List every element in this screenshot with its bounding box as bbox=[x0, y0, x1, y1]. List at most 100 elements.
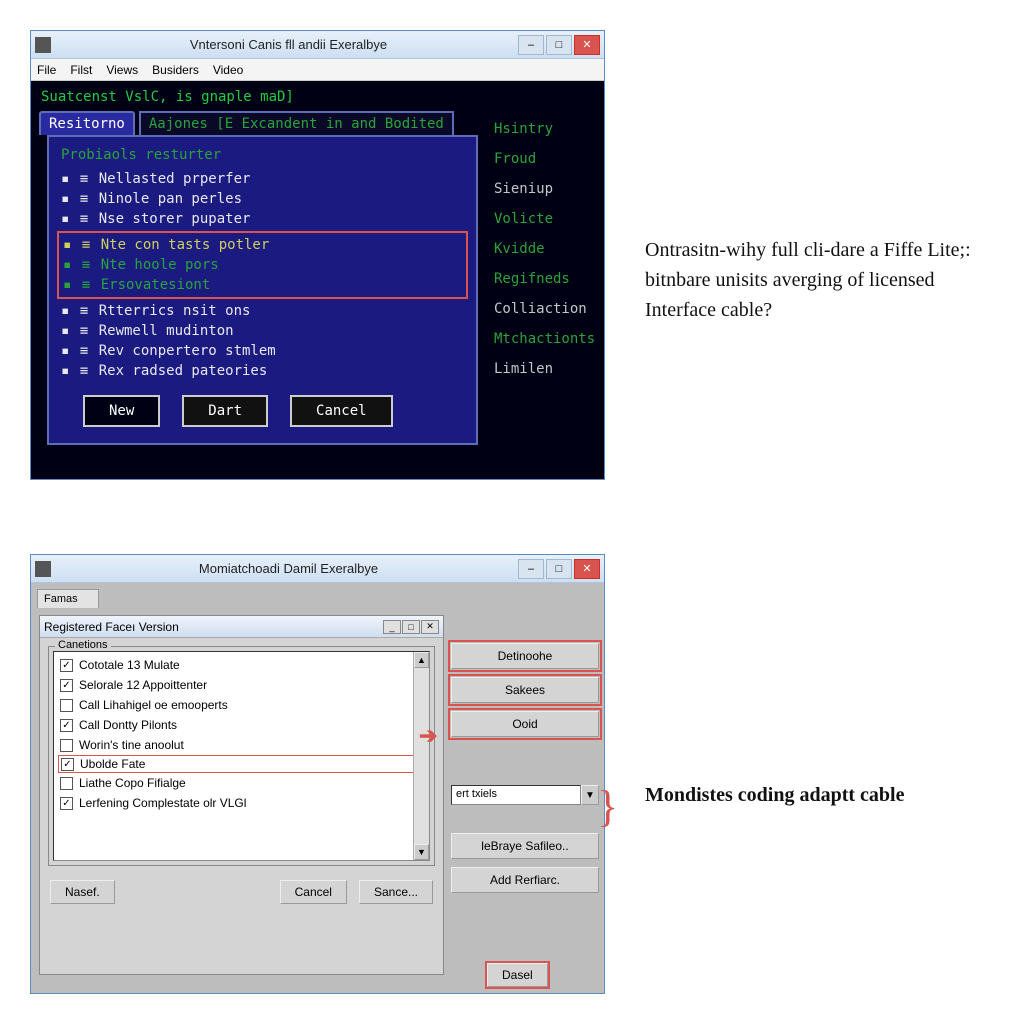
sance-button[interactable]: Sance... bbox=[359, 880, 433, 904]
list-item[interactable]: Rev conpertero stmlem bbox=[61, 341, 464, 361]
scrollbar[interactable]: ▲ ▼ bbox=[413, 652, 429, 860]
menu-filst[interactable]: Filst bbox=[70, 63, 92, 77]
brace-icon: } bbox=[597, 781, 618, 832]
main-panel: Probiaols resturter Nellasted prperfer N… bbox=[47, 135, 478, 445]
list-item[interactable]: Nse storer pupater bbox=[61, 209, 464, 229]
check-label: Lerfening Complestate olr VLGl bbox=[79, 796, 246, 810]
item-list: Nellasted prperfer Ninole pan perles Nse… bbox=[61, 169, 464, 229]
highlighted-group: Nte con tasts potler Nte hoole pors Erso… bbox=[57, 231, 468, 299]
status-line: Suatcenst VslC, is gnaple maD] bbox=[37, 87, 488, 107]
nasef-button[interactable]: Nasef. bbox=[50, 880, 115, 904]
checkbox[interactable] bbox=[60, 679, 73, 692]
checkbox[interactable] bbox=[60, 659, 73, 672]
check-row[interactable]: Lerfening Complestate olr VLGl bbox=[60, 793, 423, 813]
check-label: Ubolde Fate bbox=[80, 757, 145, 771]
groupbox: Canetions Cototale 13 MulateSelorale 12 … bbox=[48, 646, 435, 866]
titlebar: Momiatchoadi Damil Exeralbye – □ ✕ bbox=[31, 555, 604, 583]
panel-heading: Probiaols resturter bbox=[61, 147, 464, 169]
titlebar: Vntersoni Canis fll andii Exeralbye – □ … bbox=[31, 31, 604, 59]
right-column: Detinoohe Sakees Ooid ert txiels ▼ leBra… bbox=[451, 643, 599, 893]
arrow-icon: ➔ bbox=[419, 723, 437, 749]
tab-aajones[interactable]: Aajones [E Excandent in and Bodited bbox=[139, 111, 454, 135]
check-row[interactable]: Call Lihahigel oe emooperts bbox=[60, 695, 423, 715]
sidebar-item[interactable]: Hsintry bbox=[494, 121, 592, 137]
sidebar-item[interactable]: Froud bbox=[494, 151, 592, 167]
maximize-button[interactable]: □ bbox=[546, 559, 572, 579]
menu-video[interactable]: Video bbox=[213, 63, 243, 77]
checkbox[interactable] bbox=[60, 739, 73, 752]
check-label: Liathe Copo Fifialge bbox=[79, 776, 186, 790]
terminal-window: Vntersoni Canis fll andii Exeralbye – □ … bbox=[30, 30, 605, 480]
menu-views[interactable]: Views bbox=[106, 63, 138, 77]
dasel-button[interactable]: Dasel bbox=[487, 963, 548, 987]
list-item[interactable]: Rewmell mudinton bbox=[61, 321, 464, 341]
check-row[interactable]: Cototale 13 Mulate bbox=[60, 655, 423, 675]
scroll-down-icon[interactable]: ▼ bbox=[414, 844, 429, 860]
inner-close-icon[interactable]: ✕ bbox=[421, 620, 439, 634]
tab-resitorno[interactable]: Resitorno bbox=[39, 111, 135, 135]
sidebar-item[interactable]: Mtchactionts bbox=[494, 331, 592, 347]
window-title: Momiatchoadi Damil Exeralbye bbox=[59, 561, 518, 576]
groupbox-label: Canetions bbox=[55, 639, 111, 651]
window-title: Vntersoni Canis fll andii Exeralbye bbox=[59, 37, 518, 52]
sidebar-item[interactable]: Colliaction bbox=[494, 301, 592, 317]
inner-titlebar: Registered Faceı Version _ □ ✕ bbox=[40, 616, 443, 638]
checkbox[interactable] bbox=[60, 699, 73, 712]
ooid-button[interactable]: Ooid bbox=[451, 711, 599, 737]
close-button[interactable]: ✕ bbox=[574, 559, 600, 579]
app-icon bbox=[35, 561, 51, 577]
cancel-button[interactable]: Cancel bbox=[290, 395, 393, 427]
dialog-button-row: Nasef. Cancel Sance... bbox=[40, 866, 443, 918]
minimize-button[interactable]: – bbox=[518, 559, 544, 579]
sakees-button[interactable]: Sakees bbox=[451, 677, 599, 703]
sidebar-item[interactable]: Sieniup bbox=[494, 181, 592, 197]
cancel-button[interactable]: Cancel bbox=[280, 880, 347, 904]
window-controls: – □ ✕ bbox=[518, 35, 600, 55]
list-item[interactable]: Nellasted prperfer bbox=[61, 169, 464, 189]
back-tab[interactable]: Famas bbox=[37, 589, 99, 608]
checkbox[interactable] bbox=[60, 719, 73, 732]
check-label: Call Dontty Pilonts bbox=[79, 718, 177, 732]
sidebar-item[interactable]: Limilen bbox=[494, 361, 592, 377]
sidebar-item[interactable]: Kvidde bbox=[494, 241, 592, 257]
inner-max-icon[interactable]: □ bbox=[402, 620, 420, 634]
checkbox[interactable] bbox=[61, 758, 74, 771]
detinoohe-button[interactable]: Detinoohe bbox=[451, 643, 599, 669]
list-item[interactable]: Rex radsed pateories bbox=[61, 361, 464, 381]
check-label: Call Lihahigel oe emooperts bbox=[79, 698, 228, 712]
list-item[interactable]: Ninole pan perles bbox=[61, 189, 464, 209]
check-row[interactable]: Worin's tine anoolut bbox=[60, 735, 423, 755]
list-item[interactable]: Ersovatesiont bbox=[63, 275, 462, 295]
maximize-button[interactable]: □ bbox=[546, 35, 572, 55]
sidebar-item[interactable]: Regifneds bbox=[494, 271, 592, 287]
menu-busiders[interactable]: Busiders bbox=[152, 63, 199, 77]
inner-dialog: Registered Faceı Version _ □ ✕ Canetions… bbox=[39, 615, 444, 975]
inner-min-icon[interactable]: _ bbox=[383, 620, 401, 634]
list-item[interactable]: Nte con tasts potler bbox=[63, 235, 462, 255]
checkbox[interactable] bbox=[60, 797, 73, 810]
check-row[interactable]: Liathe Copo Fifialge bbox=[60, 773, 423, 793]
checkbox[interactable] bbox=[60, 777, 73, 790]
list-item[interactable]: Nte hoole pors bbox=[63, 255, 462, 275]
dart-button[interactable]: Dart bbox=[182, 395, 268, 427]
lebraye-button[interactable]: leBraye Safileo.. bbox=[451, 833, 599, 859]
check-row[interactable]: Selorale 12 Appoittenter bbox=[60, 675, 423, 695]
new-button[interactable]: New bbox=[83, 395, 160, 427]
check-row[interactable]: Ubolde Fate bbox=[58, 755, 425, 773]
dropdown-value: ert txiels bbox=[451, 785, 581, 805]
dropdown[interactable]: ert txiels ▼ bbox=[451, 785, 599, 805]
check-row[interactable]: Call Dontty Pilonts bbox=[60, 715, 423, 735]
sidebar-item[interactable]: Volicte bbox=[494, 211, 592, 227]
tab-row: Resitorno Aajones [E Excandent in and Bo… bbox=[37, 107, 488, 135]
sidebar: Hsintry Froud Sieniup Volicte Kvidde Reg… bbox=[488, 87, 598, 473]
list-item[interactable]: Rtterrics nsit ons bbox=[61, 301, 464, 321]
terminal-body: Suatcenst VslC, is gnaple maD] Resitorno… bbox=[31, 81, 604, 479]
menu-file[interactable]: File bbox=[37, 63, 56, 77]
checklist: Cototale 13 Mulate Selorale 12 Appoittent… bbox=[53, 651, 430, 861]
add-rerfiarc-button[interactable]: Add Rerfiarc. bbox=[451, 867, 599, 893]
check-label: Selorale 12 Appoittenter bbox=[79, 678, 207, 692]
close-button[interactable]: ✕ bbox=[574, 35, 600, 55]
scroll-up-icon[interactable]: ▲ bbox=[414, 652, 429, 668]
minimize-button[interactable]: – bbox=[518, 35, 544, 55]
check-label: Cototale 13 Mulate bbox=[79, 658, 180, 672]
